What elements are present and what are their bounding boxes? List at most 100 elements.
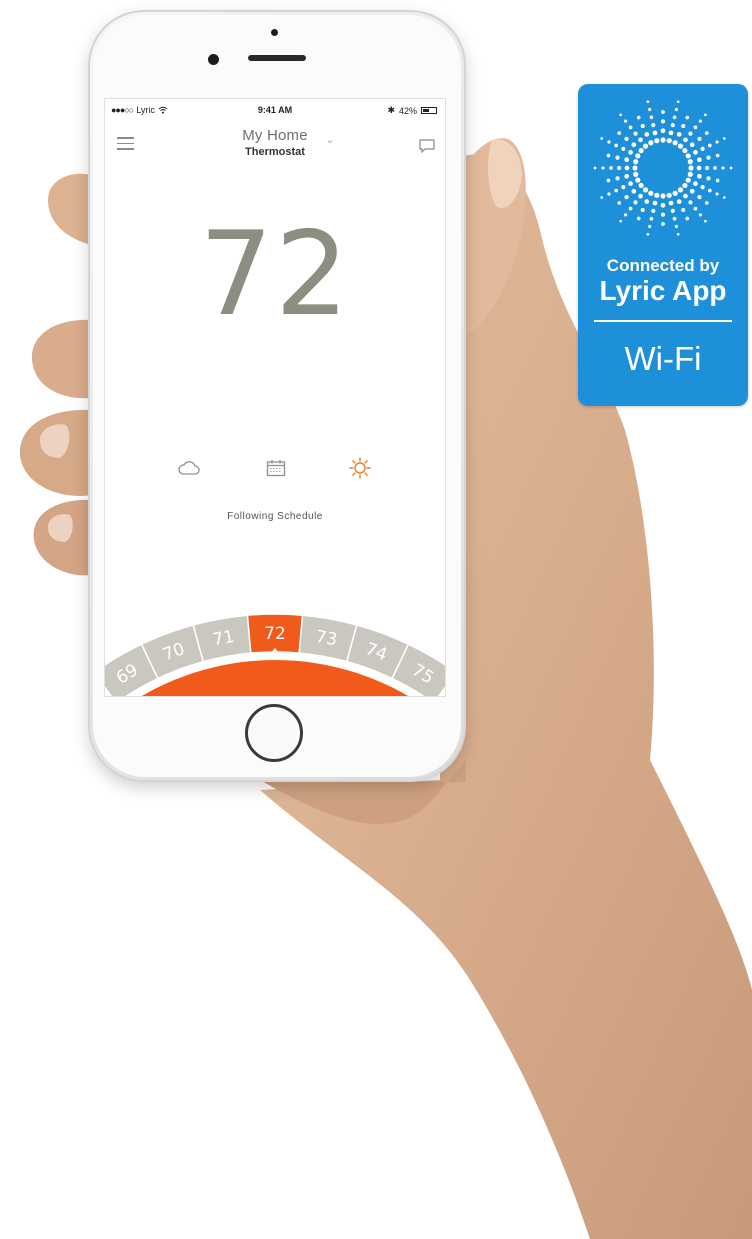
sunburst-dot [636, 216, 641, 221]
sunburst-dot [683, 137, 688, 143]
sunburst-dot [606, 153, 611, 158]
sunburst-dot [652, 200, 658, 206]
sunburst-dot [633, 200, 638, 205]
sunburst-dot [670, 123, 675, 128]
sunburst-dot [676, 199, 682, 204]
sunburst-dot [704, 131, 709, 135]
sunburst-dot [624, 173, 629, 179]
sunburst-dot [638, 182, 644, 189]
calendar-icon[interactable] [263, 456, 289, 480]
sunburst-dot [646, 232, 650, 236]
front-camera [208, 54, 219, 65]
schedule-status: Following Schedule [227, 511, 323, 522]
sunburst-dot [601, 166, 605, 170]
sunburst-dot [649, 216, 654, 221]
sunburst-dot [614, 143, 618, 148]
sun-icon[interactable] [347, 456, 373, 480]
sunburst-dot [708, 188, 712, 193]
message-icon[interactable] [419, 139, 435, 153]
sunburst-dot [638, 193, 643, 199]
sunburst-dot [621, 146, 626, 152]
sunburst-dot [722, 196, 726, 199]
sunburst-dot [607, 140, 611, 144]
sunburst-dot [636, 115, 641, 120]
sunburst-dot [704, 201, 709, 205]
sunburst-dot [660, 212, 666, 217]
sunburst-dot [617, 131, 622, 135]
battery-icon [421, 107, 437, 114]
sunburst-dot [648, 224, 652, 229]
earpiece-speaker [248, 55, 306, 61]
sunburst-dot [693, 150, 698, 155]
sunburst-dot [674, 224, 678, 229]
sunburst-dot [697, 194, 702, 200]
sunburst-dot [651, 208, 656, 213]
badge-wifi-text: Wi-Fi [624, 340, 702, 377]
sunburst-dot [697, 157, 702, 163]
badge-app-name: Lyric App [599, 275, 727, 306]
sunburst-dot [715, 192, 719, 196]
sunburst-dot [676, 100, 680, 104]
sunburst-dot [729, 166, 733, 170]
sunburst-dot [689, 142, 695, 148]
sunburst-dot [628, 150, 633, 155]
dial-label-72: 72 [264, 624, 286, 644]
sunburst-dot [649, 115, 654, 120]
sunburst-dot [715, 140, 719, 144]
sunburst-dot [697, 136, 702, 142]
sunburst-dot [628, 206, 633, 211]
product-scene: ●●●○○ Lyric 9:41 AM ✱ 42% My Home Thermo… [0, 0, 752, 1239]
sunburst-dot [689, 188, 695, 194]
home-button[interactable] [245, 704, 303, 762]
sunburst-dot [642, 187, 649, 193]
sunburst-dot [672, 190, 678, 196]
sunburst-dot [706, 176, 711, 181]
sunburst-dot [648, 107, 652, 112]
sunburst-dot [593, 166, 597, 170]
sunburst-dot [640, 123, 645, 129]
sunburst-dot [700, 184, 705, 190]
sunburst-dot [631, 188, 637, 194]
header-title[interactable]: My Home Thermostat [105, 127, 445, 158]
sunburst-dot [651, 123, 656, 128]
sunburst-dot [624, 157, 629, 163]
sunburst-dot [677, 143, 684, 149]
sunburst-dot [623, 213, 628, 217]
sunburst-dot [606, 178, 611, 183]
sunburst-dot [607, 192, 611, 196]
sunburst-dot [661, 222, 665, 226]
sunburst-dot [704, 219, 707, 223]
sunburst-dot [676, 232, 680, 236]
location-name: My Home [242, 127, 308, 144]
sunburst-dot [668, 200, 674, 206]
sunburst-dot [631, 142, 637, 148]
sunburst-dot [706, 155, 711, 160]
sunburst-dot [685, 177, 691, 183]
sunburst-dot [633, 171, 639, 177]
sunburst-dot [616, 165, 622, 171]
sunburst-logo-icon [593, 100, 733, 236]
sunburst-dot [615, 155, 620, 160]
sunburst-dot [609, 166, 613, 170]
sunburst-dot [660, 137, 666, 143]
sunburst-dot [677, 187, 684, 193]
chevron-down-icon[interactable]: ⌄ [326, 135, 334, 146]
sunburst-dot [615, 176, 620, 181]
sunburst-dot [697, 173, 702, 179]
sunburst-dot [696, 165, 702, 171]
sunburst-dot [600, 196, 604, 199]
sunburst-dot [640, 207, 645, 213]
app-screen: ●●●○○ Lyric 9:41 AM ✱ 42% My Home Thermo… [104, 98, 446, 697]
current-temperature: 72 [199, 207, 351, 342]
setpoint-dial[interactable]: 697071 72 737475 [105, 594, 445, 696]
sunburst-dot [666, 138, 672, 144]
sunburst-dot [648, 190, 654, 196]
cloud-icon[interactable] [176, 456, 202, 480]
sunburst-dot [614, 188, 618, 193]
sunburst-dot [682, 147, 688, 154]
sunburst-dot [633, 131, 638, 136]
sunburst-dot [721, 166, 725, 170]
sunburst-dot [652, 130, 658, 136]
sunburst-dot [681, 207, 686, 213]
sunburst-dot [674, 107, 678, 112]
